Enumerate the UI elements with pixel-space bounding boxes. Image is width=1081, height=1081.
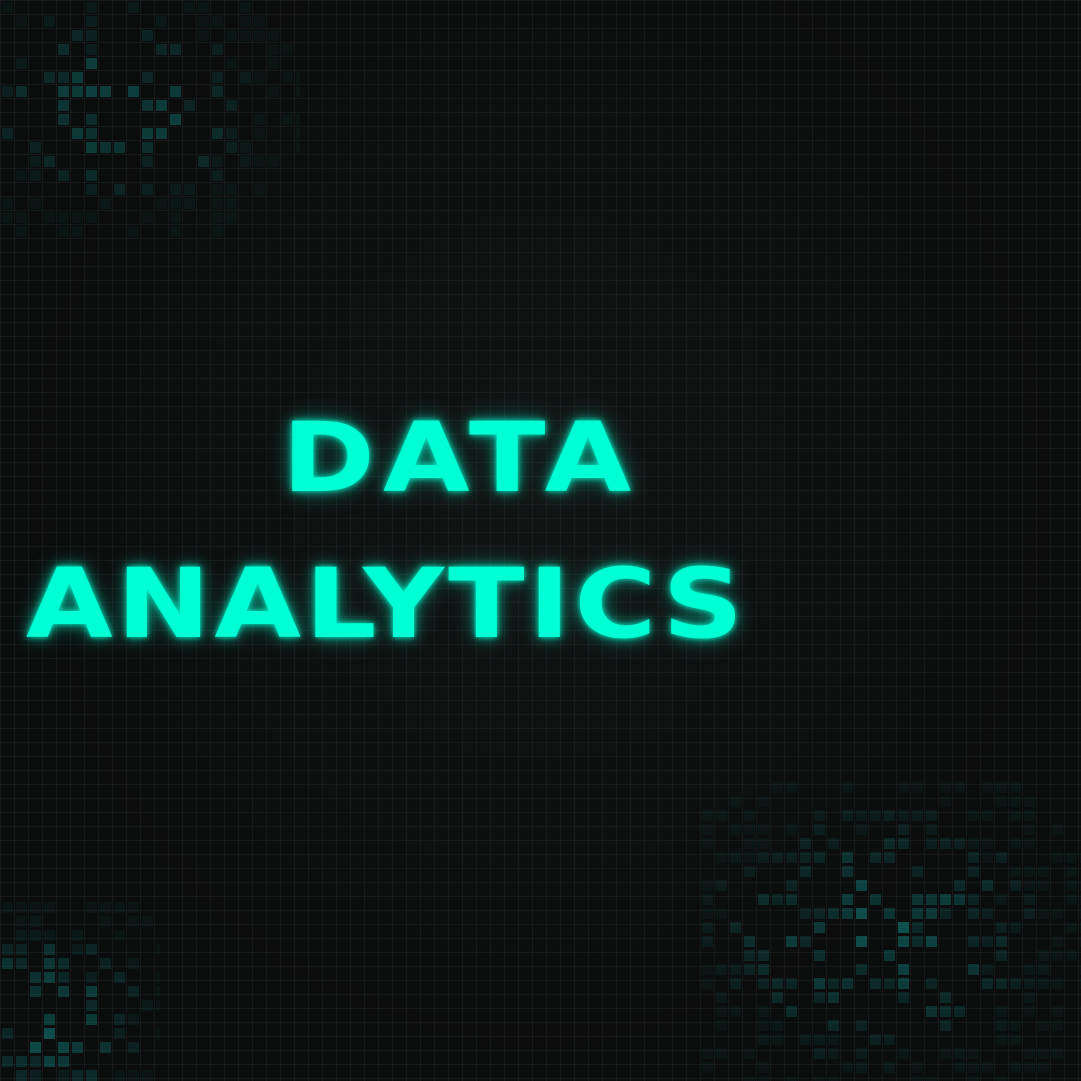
poster-canvas: DATA ANALYTICS <box>0 0 1081 1081</box>
title-line-analytics: ANALYTICS <box>26 548 748 661</box>
title-line-data: DATA <box>282 402 640 515</box>
title-block: DATA ANALYTICS <box>0 0 1081 1081</box>
